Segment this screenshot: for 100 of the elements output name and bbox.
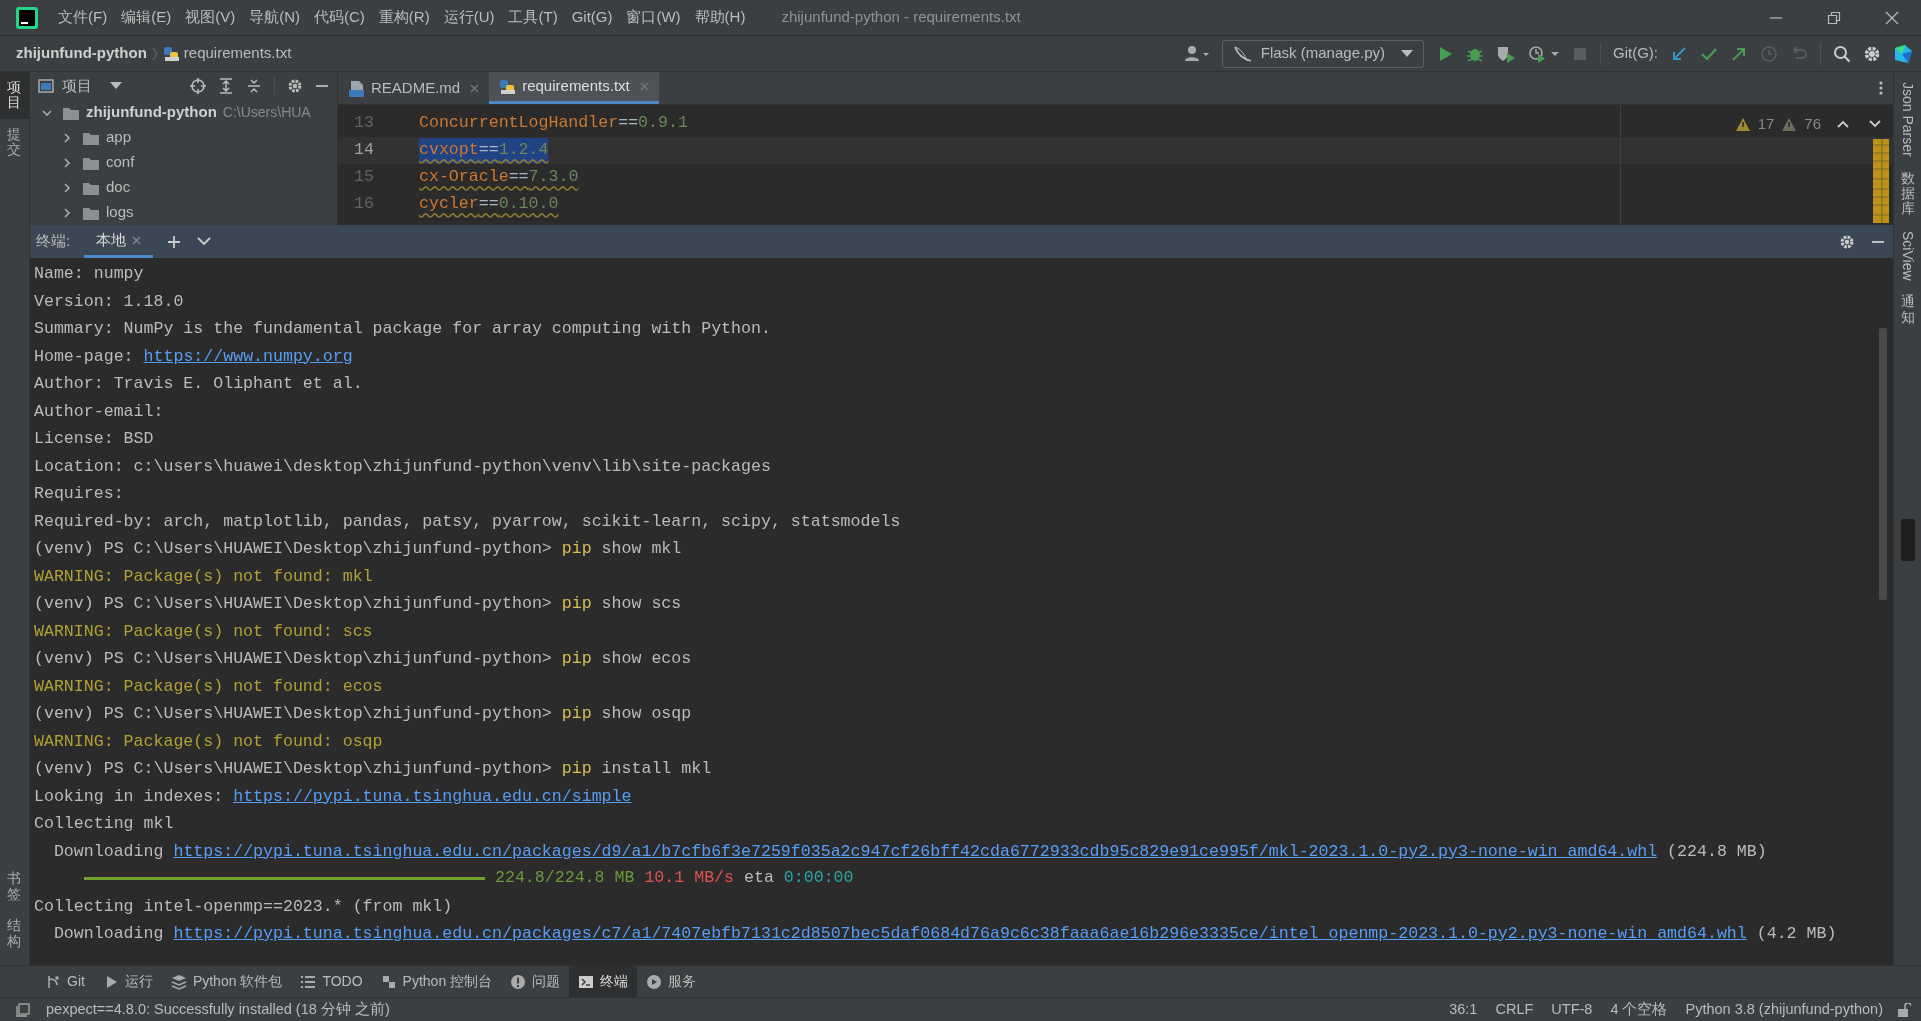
- shield-run-icon[interactable]: [1496, 44, 1516, 63]
- tool-tab[interactable]: Python 软件包: [161, 966, 292, 997]
- warning-icon: [1782, 117, 1797, 131]
- tool-window-button[interactable]: 书签: [0, 863, 29, 911]
- status-item[interactable]: 36:1: [1449, 998, 1478, 1021]
- terminal-line: WARNING: Package(s) not found: scs: [34, 620, 374, 643]
- chevron-right-icon[interactable]: [62, 182, 72, 193]
- run-configuration-dropdown[interactable]: Flask (manage.py): [1221, 39, 1424, 68]
- chevron-right-icon[interactable]: [62, 132, 72, 143]
- tree-item[interactable]: conf: [106, 151, 135, 174]
- warning-count[interactable]: 17: [1757, 113, 1775, 136]
- chevron-down-icon[interactable]: [42, 107, 52, 118]
- exclamation-icon: [510, 973, 527, 990]
- clock-run-icon[interactable]: [1528, 44, 1560, 63]
- git-label: Git(G):: [1613, 43, 1658, 64]
- status-item[interactable]: Python 3.8 (zhijunfund-python): [1685, 998, 1883, 1021]
- tool-tab[interactable]: TODO: [291, 966, 372, 997]
- terminal-line: Downloading https://pypi.tuna.tsinghua.edu.cn/packages/c7/a1/7407ebfb7131c2d8507bec5daf0684d76a9c6c38faaa6ae16b296e3335ce/intel_openmp-2023.1.0-py2.py3-none-win_amd64.whl (4.2 MB): [52, 923, 1838, 945]
- menu-item[interactable]: 编辑(E): [121, 6, 172, 29]
- menu-item[interactable]: 运行(U): [443, 6, 495, 29]
- toolbox-logo-icon[interactable]: [1893, 43, 1913, 64]
- status-message[interactable]: pexpect==4.8.0: Successfully installed (18 分钟 之前): [46, 998, 390, 1021]
- tool-window-button[interactable]: SciView: [1897, 230, 1918, 281]
- status-item[interactable]: UTF-8: [1551, 998, 1593, 1021]
- editor-tab[interactable]: requirements.txt: [489, 72, 659, 104]
- terminal-line: (venv) PS C:\Users\HUAWEI\Desktop\zhijunfund-python> pip show ecos: [34, 648, 693, 670]
- tool-tab[interactable]: 问题: [501, 966, 570, 997]
- project-view-dropdown[interactable]: 项目: [38, 74, 122, 98]
- plus-icon[interactable]: [167, 234, 182, 249]
- link[interactable]: https://pypi.tuna.tsinghua.edu.cn/simple: [233, 786, 632, 806]
- line-number: 16: [353, 193, 374, 216]
- breadcrumb[interactable]: requirements.txt: [183, 42, 292, 65]
- weak-warning-count[interactable]: 76: [1804, 113, 1821, 136]
- search-icon[interactable]: [1833, 44, 1851, 63]
- chevron-right-icon[interactable]: [62, 207, 72, 218]
- down-chevron-icon[interactable]: [1869, 120, 1881, 129]
- link[interactable]: https://www.numpy.org: [143, 346, 353, 366]
- tree-item[interactable]: doc: [106, 176, 131, 199]
- more-icon[interactable]: [1879, 81, 1883, 95]
- window-title: zhijunfund-python - requirements.txt: [781, 7, 1021, 28]
- tree-item[interactable]: logs: [106, 201, 134, 224]
- terminal-line: WARNING: Package(s) not found: mkl: [34, 565, 374, 588]
- chevron-down-icon[interactable]: [197, 237, 212, 246]
- tool-window-button[interactable]: 数据库: [1900, 170, 1915, 217]
- menu-item[interactable]: 代码(C): [314, 6, 365, 29]
- terminal-label: 终端:: [36, 231, 71, 252]
- tool-window-button[interactable]: 项目: [0, 72, 29, 119]
- breadcrumb[interactable]: zhijunfund-python: [16, 42, 147, 65]
- tool-window-button[interactable]: Json Parser: [1897, 82, 1918, 157]
- menu-item[interactable]: 窗口(W): [626, 6, 681, 29]
- tool-window-button[interactable]: 结构: [0, 910, 29, 957]
- tool-window-button[interactable]: 提交: [0, 118, 29, 166]
- code-line: cycler==0.10.0: [419, 193, 559, 216]
- status-item[interactable]: 4 个空格: [1610, 998, 1668, 1021]
- menu-item[interactable]: 视图(V): [185, 6, 236, 29]
- python-file-icon: [499, 78, 517, 95]
- play-circle-icon: [646, 973, 663, 990]
- tool-tab[interactable]: Python 控制台: [371, 966, 502, 997]
- menu-item[interactable]: 帮助(H): [694, 6, 746, 29]
- line-number: 13: [353, 112, 374, 135]
- close-icon[interactable]: [132, 235, 142, 245]
- editor-tab[interactable]: README.md: [338, 72, 490, 104]
- menu-item[interactable]: Git(G): [571, 6, 613, 29]
- tool-tab[interactable]: 终端: [569, 966, 638, 997]
- tree-item[interactable]: app: [106, 126, 132, 149]
- menu-item[interactable]: 工具(T): [508, 6, 558, 29]
- progress-text: 224.8/224.8 MB 10.1 MB/s eta 0:00:00: [495, 867, 854, 890]
- scrollbar-thumb[interactable]: [1879, 328, 1887, 600]
- settings-icon[interactable]: [1839, 233, 1855, 250]
- link[interactable]: https://pypi.tuna.tsinghua.edu.cn/packages/c7/a1/7407ebfb7131c2d8507bec5daf0684d76a9c6c38faaa6ae16b296e3335ce/intel_openmp-2023.1.0-py2.py3-none-win_amd64.whl: [173, 924, 1747, 943]
- up-chevron-icon[interactable]: [1837, 120, 1849, 129]
- link[interactable]: https://pypi.tuna.tsinghua.edu.cn/packages/d9/a1/b7cfb6f3e7259f035a2c947cf26bff42cda6772933cdb95c829e91ce995f/mkl-2023.1.0-py2.py3-none-win_amd64.whl: [173, 841, 1658, 861]
- line-number: 15: [353, 166, 374, 189]
- status-item[interactable]: CRLF: [1495, 998, 1534, 1021]
- update-arrow-icon[interactable]: [1670, 44, 1688, 63]
- chevron-right-icon[interactable]: [62, 157, 72, 168]
- tool-tab[interactable]: 运行: [93, 966, 162, 997]
- locate-icon[interactable]: [190, 78, 206, 94]
- menu-item[interactable]: 文件(F): [58, 6, 108, 29]
- expand-all-icon[interactable]: [218, 78, 234, 94]
- collapse-all-icon[interactable]: [246, 78, 262, 94]
- tool-tab[interactable]: 服务: [637, 966, 706, 997]
- tool-tab[interactable]: Git: [36, 966, 94, 997]
- tree-item[interactable]: zhijunfund-python: [86, 101, 217, 124]
- close-icon[interactable]: [470, 83, 480, 93]
- window-icon: [38, 79, 54, 93]
- settings-icon[interactable]: [1863, 44, 1881, 63]
- panel-toggle-icon[interactable]: [16, 1002, 30, 1017]
- close-icon[interactable]: [1885, 10, 1899, 25]
- tool-window-button[interactable]: 通知: [1900, 294, 1915, 326]
- lock-icon[interactable]: [1897, 1002, 1911, 1017]
- user-icon[interactable]: [1183, 44, 1210, 63]
- menu-item[interactable]: 重构(R): [378, 6, 430, 29]
- chevron-right-icon: [150, 45, 159, 62]
- menu-item[interactable]: 导航(N): [249, 6, 300, 29]
- terminal-line: (venv) PS C:\Users\HUAWEI\Desktop\zhijunfund-python> pip show scs: [34, 593, 683, 615]
- restore-icon[interactable]: [1827, 10, 1841, 25]
- terminal-line: Summary: NumPy is the fundamental package for array computing with Python.: [34, 318, 772, 340]
- terminal-line: WARNING: Package(s) not found: osqp: [34, 730, 384, 753]
- settings-icon[interactable]: [287, 78, 303, 94]
